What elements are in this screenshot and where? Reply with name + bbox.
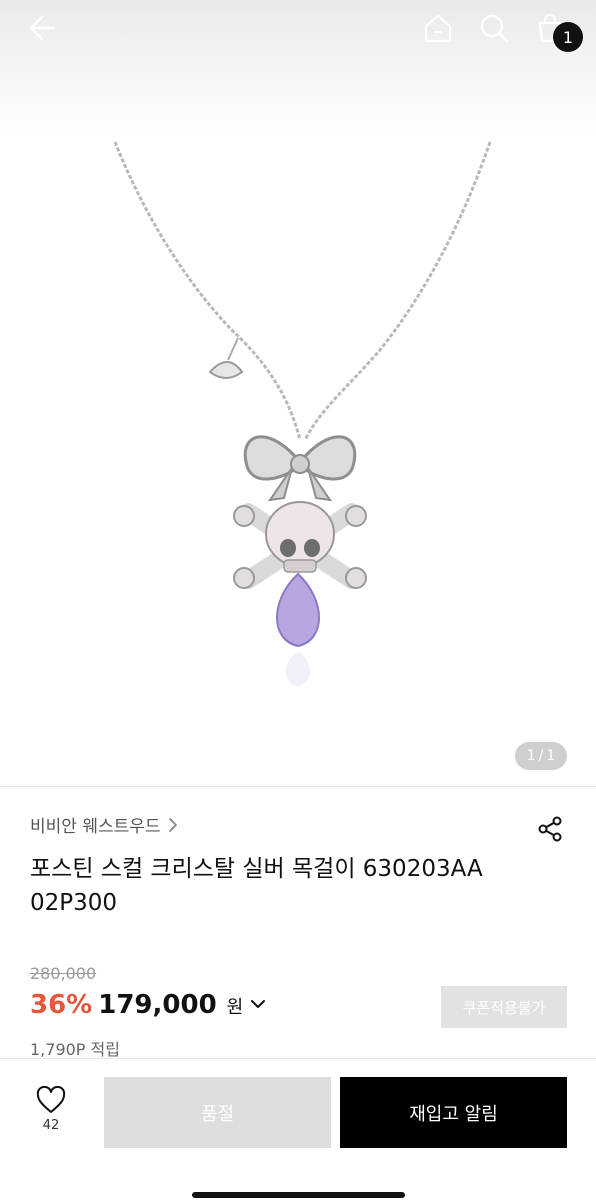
like-count: 42 bbox=[42, 1118, 60, 1133]
orb-charm bbox=[208, 337, 244, 379]
chevron-right-icon bbox=[168, 817, 177, 832]
product-title: 포스틴 스컬 크리스탈 실버 목걸이 630203AA 02P300 bbox=[30, 856, 483, 916]
back-button[interactable] bbox=[22, 8, 62, 48]
price-row: 36% 179,000 원 bbox=[30, 990, 267, 1020]
restock-alert-button[interactable]: 재입고 알림 bbox=[340, 1077, 567, 1148]
search-icon bbox=[480, 14, 509, 43]
home-indicator bbox=[192, 1192, 405, 1198]
bottom-bar-divider bbox=[0, 1058, 596, 1059]
coupon-button[interactable]: 쿠폰적용불가 bbox=[441, 986, 567, 1028]
bow-pendant bbox=[243, 435, 357, 502]
arrow-left-icon bbox=[29, 15, 56, 41]
share-icon bbox=[538, 816, 562, 842]
price-detail-toggle[interactable] bbox=[249, 995, 267, 1013]
product-image-gallery[interactable]: 1 1 / 1 bbox=[0, 0, 596, 786]
home-button[interactable] bbox=[418, 8, 458, 48]
section-divider bbox=[0, 786, 596, 787]
amethyst-drop bbox=[276, 572, 320, 686]
home-icon bbox=[424, 14, 452, 43]
pager-current: 1 bbox=[526, 748, 536, 764]
top-navigation-bar: 1 bbox=[0, 0, 596, 60]
reward-points: 1,790P 적립 bbox=[30, 1040, 120, 1059]
search-button[interactable] bbox=[474, 8, 514, 48]
cart-count-badge: 1 bbox=[553, 22, 583, 52]
brand-name: 비비안 웨스트우드 bbox=[30, 817, 161, 837]
sale-price: 179,000 bbox=[98, 990, 217, 1020]
pager-separator: / bbox=[538, 748, 544, 764]
discount-rate: 36% bbox=[30, 990, 93, 1020]
image-pager-indicator: 1 / 1 bbox=[515, 742, 567, 770]
currency-unit: 원 bbox=[226, 997, 244, 1018]
pager-total: 1 bbox=[546, 748, 556, 764]
necklace-image bbox=[113, 141, 492, 686]
like-button[interactable]: 42 bbox=[22, 1086, 80, 1146]
heart-icon bbox=[36, 1086, 66, 1113]
brand-link[interactable]: 비비안 웨스트우드 bbox=[30, 812, 179, 837]
soldout-button[interactable]: 품절 bbox=[104, 1077, 331, 1148]
chevron-down-icon bbox=[251, 1000, 266, 1008]
original-price: 280,000 bbox=[30, 964, 97, 983]
share-button[interactable] bbox=[533, 812, 567, 846]
